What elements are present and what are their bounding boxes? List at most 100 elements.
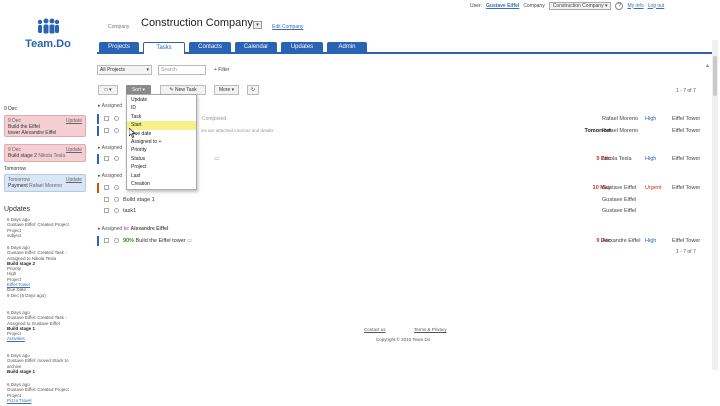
- row-checkbox[interactable]: [104, 238, 109, 243]
- row-checkbox[interactable]: [104, 128, 109, 133]
- task-project[interactable]: Eiffel Tower: [672, 154, 700, 164]
- company-dropdown-button[interactable]: ▾: [253, 21, 262, 29]
- update-item: 6 Days ago Gustave Eiffel: Created Proje…: [7, 382, 87, 403]
- card-update-link[interactable]: Update: [66, 177, 82, 183]
- company-title: Construction Company: [141, 17, 253, 29]
- day-heading-tomorrow: Tomorrow: [4, 166, 26, 172]
- sort-option-start[interactable]: Start: [127, 121, 196, 130]
- sort-option-last[interactable]: Last: [127, 172, 196, 180]
- more-button[interactable]: More ▾: [214, 85, 239, 95]
- day-heading-9dec: 9 Dec: [4, 106, 18, 112]
- task-assignee: Gustave Eiffel: [602, 185, 637, 191]
- refresh-icon[interactable]: ↻: [247, 85, 259, 95]
- sort-option-id[interactable]: ID: [127, 104, 196, 112]
- update-line: 9 Dec (6 Days ago): [7, 292, 46, 298]
- row-status-circle[interactable]: [114, 185, 119, 190]
- people-icon-svg: [37, 18, 60, 34]
- tab-calendar[interactable]: Calendar: [235, 42, 277, 53]
- group-heading[interactable]: ▸ Assigned: [98, 173, 122, 179]
- task-project[interactable]: Eiffel Tower: [672, 236, 700, 246]
- task-row[interactable]: task1 Gustave Eiffel: [97, 206, 717, 216]
- task-assignee: Nikola Tesla: [602, 156, 632, 162]
- tab-contacts[interactable]: Contacts: [189, 42, 231, 53]
- update-item: 6 Days ago Gustave Eiffel: Created Task …: [7, 310, 87, 342]
- sort-option-status[interactable]: Status: [127, 155, 196, 163]
- card-sub: Rafael Moreno: [29, 183, 62, 189]
- select-checkbox-dropdown[interactable]: □ ▾: [98, 85, 118, 95]
- task-row[interactable]: 90% Build the Eiffel tower ▭ 9 Dec Alexa…: [97, 236, 717, 246]
- logout-link[interactable]: Log out: [648, 3, 665, 9]
- projects-filter-select[interactable]: All Projects ▾: [97, 65, 152, 75]
- row-status-circle[interactable]: [114, 208, 119, 213]
- task-priority: High: [645, 156, 657, 162]
- update-task-name[interactable]: Build stage 1: [7, 369, 87, 374]
- logo[interactable]: Team.Do: [18, 18, 78, 50]
- tab-tasks[interactable]: Tasks: [143, 42, 185, 54]
- expand-icon[interactable]: ▴: [706, 62, 709, 69]
- row-status-circle[interactable]: [114, 156, 119, 161]
- reminder-card[interactable]: Tomorrow Update Payment Rafael Moreno: [4, 174, 86, 192]
- task-row[interactable]: Build stage 1 Gustave Eiffel: [97, 195, 717, 205]
- row-checkbox[interactable]: [104, 156, 109, 161]
- row-checkbox[interactable]: [104, 208, 109, 213]
- my-info-link[interactable]: My info: [627, 3, 643, 9]
- row-status-circle[interactable]: [114, 116, 119, 121]
- people-icon: [18, 18, 78, 38]
- row-checkbox[interactable]: [104, 197, 109, 202]
- row-status-circle[interactable]: [114, 238, 119, 243]
- row-status-circle[interactable]: [114, 128, 119, 133]
- sort-option-project[interactable]: Project: [127, 163, 196, 171]
- task-priority: Urgent: [645, 185, 662, 191]
- pager-top: 1 - 7 of 7: [676, 88, 696, 94]
- edit-company-link[interactable]: Edit Company: [272, 24, 303, 30]
- task-note: Completed: [202, 116, 227, 122]
- task-project[interactable]: Eiffel Tower: [672, 126, 700, 136]
- task-name[interactable]: 90% Build the Eiffel tower ▭: [123, 236, 192, 246]
- reminder-card[interactable]: 9 Dec Update Build the Eiffel tower Alex…: [4, 115, 86, 137]
- add-filter-link[interactable]: + Filter: [214, 67, 229, 73]
- update-item: 5 Days ago Gustave Eiffel: Created Proje…: [7, 217, 87, 238]
- card-update-link[interactable]: Update: [66, 118, 82, 124]
- tab-admin[interactable]: Admin: [327, 42, 367, 53]
- sort-option-priority[interactable]: Priority: [127, 146, 196, 154]
- row-checkbox[interactable]: [104, 185, 109, 190]
- sort-option-creation[interactable]: Creation: [127, 180, 196, 188]
- update-project-link[interactable]: Activities: [7, 336, 87, 341]
- card-update-link[interactable]: Update: [66, 147, 82, 153]
- sort-option-due-date[interactable]: Due date: [127, 130, 196, 138]
- task-name[interactable]: Build stage 1: [123, 195, 155, 205]
- row-status-circle[interactable]: [114, 197, 119, 202]
- group-heading[interactable]: ▸ Assigned: [98, 103, 122, 109]
- company-label: Company: [108, 24, 130, 30]
- task-project[interactable]: Eiffel Tower: [672, 114, 700, 124]
- group-heading[interactable]: ▸ Assigned: [98, 145, 122, 151]
- tab-updates[interactable]: Updates: [281, 42, 323, 53]
- task-assignee: Rafael Moreno: [602, 116, 639, 122]
- help-icon[interactable]: ?: [615, 1, 624, 10]
- sort-option-update[interactable]: Update: [127, 96, 196, 104]
- tab-projects[interactable]: Projects: [99, 42, 139, 53]
- task-name[interactable]: task1: [123, 206, 136, 216]
- row-color-bar: [97, 183, 99, 193]
- reminder-card[interactable]: 9 Dec Update Build stage 2 Nikola Tesla: [4, 144, 86, 162]
- task-project[interactable]: Eiffel Tower: [672, 183, 700, 193]
- contact-us-link[interactable]: Contact us: [364, 327, 386, 332]
- update-project-link[interactable]: Pizza Travel: [7, 398, 87, 403]
- row-checkbox[interactable]: [104, 116, 109, 121]
- terms-privacy-link[interactable]: Terms & Privacy: [414, 327, 447, 332]
- sort-option-task[interactable]: Task: [127, 113, 196, 121]
- row-color-bar: [97, 154, 99, 164]
- company-select[interactable]: Construction Company ▾: [548, 1, 612, 10]
- group-heading[interactable]: ▸ Assigned to: Alexandre Eiffel: [98, 226, 168, 232]
- card-title: Payment: [8, 183, 28, 189]
- scrollbar-thumb[interactable]: [713, 56, 717, 96]
- sort-option-assigned-to[interactable]: Assigned to +: [127, 138, 196, 146]
- user-label: User:: [470, 2, 482, 9]
- logo-text: Team.Do: [25, 38, 71, 50]
- comment-icon[interactable]: ▭: [214, 154, 219, 164]
- update-item: 6 Days ago Gustave Eiffel: moved Stack t…: [7, 353, 87, 374]
- search-input[interactable]: Search: [158, 65, 206, 75]
- task-assignee: Gustave Eiffel: [602, 208, 637, 214]
- user-name-link[interactable]: Gustave Eiffel: [486, 3, 519, 9]
- update-item: 6 Days ago Gustave Eiffel: Created Task …: [7, 245, 87, 298]
